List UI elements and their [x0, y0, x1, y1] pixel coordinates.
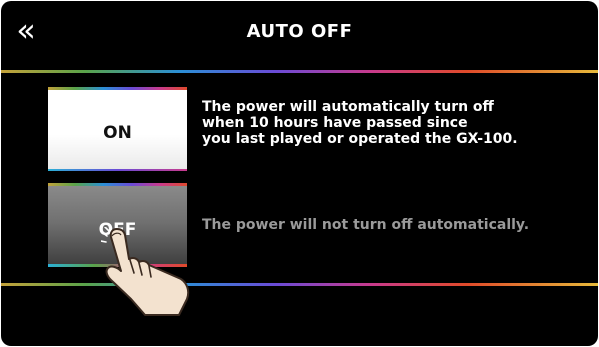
- header-divider: [1, 70, 598, 73]
- on-description: The power will automatically turn off wh…: [202, 99, 518, 147]
- page-title: AUTO OFF: [246, 21, 353, 42]
- on-button[interactable]: ON: [48, 87, 187, 171]
- off-description: The power will not turn off automaticall…: [202, 217, 530, 233]
- on-description-line-3: you last played or operated the GX-100.: [202, 131, 518, 147]
- on-button-label: ON: [103, 123, 132, 143]
- device-screen: « AUTO OFF ON The power will automatical…: [1, 1, 598, 346]
- pointing-hand-icon: [101, 227, 190, 316]
- footer-divider: [1, 283, 598, 286]
- on-description-line-2: when 10 hours have passed since: [202, 115, 468, 131]
- on-description-line-1: The power will automatically turn off: [202, 99, 494, 115]
